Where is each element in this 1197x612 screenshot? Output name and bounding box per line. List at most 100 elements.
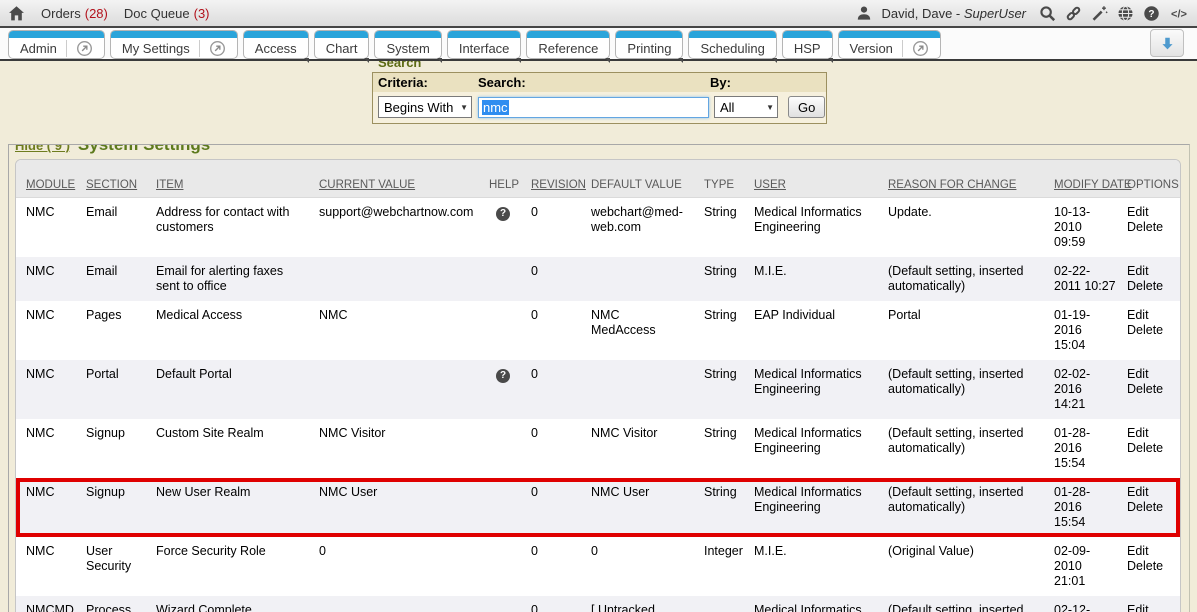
cell-options: EditDelete [1117, 360, 1180, 419]
table-row: NMCEmailAddress for contact with custome… [16, 198, 1180, 257]
nav-orders[interactable]: Orders(28) [41, 6, 108, 21]
go-button[interactable]: Go [788, 96, 825, 118]
cell-type [694, 596, 744, 612]
tab-access[interactable]: Access [243, 30, 309, 59]
nav-label: Doc Queue [124, 6, 190, 21]
edit-link[interactable]: Edit [1127, 205, 1170, 220]
table-row: NMCPagesMedical AccessNMC0NMC MedAccessS… [16, 301, 1180, 360]
column-header-label: DEFAULT VALUE [591, 179, 682, 191]
cell-type: String [694, 419, 744, 478]
settings-table-body: NMCEmailAddress for contact with custome… [16, 198, 1180, 612]
nav-count: (3) [194, 6, 210, 21]
cell-item: New User Realm [146, 478, 309, 537]
edit-link[interactable]: Edit [1127, 308, 1170, 323]
cell-section: Signup [76, 478, 146, 537]
tab-chart[interactable]: Chart [314, 30, 370, 59]
by-select[interactable]: All ▼ [714, 96, 778, 118]
cell-reason: Portal [878, 301, 1044, 360]
column-header-label[interactable]: SECTION [86, 179, 137, 191]
delete-link[interactable]: Delete [1127, 559, 1170, 574]
edit-link[interactable]: Edit [1127, 264, 1170, 279]
edit-link[interactable]: Edit [1127, 426, 1170, 441]
wand-icon[interactable] [1091, 5, 1108, 22]
nav-doc-queue[interactable]: Doc Queue (3) [124, 6, 210, 21]
column-header-label[interactable]: ITEM [156, 179, 183, 191]
search-input-value: nmc [482, 100, 509, 115]
cell-item: Default Portal [146, 360, 309, 419]
column-header-default-value: DEFAULT VALUE [581, 160, 694, 197]
globe-icon[interactable] [1117, 5, 1134, 22]
cell-section: Portal [76, 360, 146, 419]
search-icon[interactable] [1039, 5, 1056, 22]
home-icon[interactable] [8, 5, 25, 22]
help-icon[interactable]: ? [496, 207, 510, 221]
by-selected-value: All [720, 100, 734, 115]
criteria-label: Criteria: [378, 75, 478, 90]
criteria-select[interactable]: Begins With▼ [378, 96, 472, 118]
hide-link[interactable]: Hide ( 9 ) [15, 144, 70, 153]
tab-system[interactable]: System [374, 30, 441, 59]
column-header-label[interactable]: USER [754, 179, 786, 191]
top-bar: Orders(28)Doc Queue(3) David, Dave - Sup… [0, 0, 1197, 28]
column-header-label[interactable]: MODULE [26, 179, 75, 191]
edit-link[interactable]: Edit [1127, 544, 1170, 559]
column-header-label[interactable]: CURRENT VALUE [319, 179, 415, 191]
tab-scheduling[interactable]: Scheduling [688, 30, 776, 59]
tab-label: Access [255, 41, 297, 56]
external-link-icon [66, 40, 93, 57]
help-icon[interactable]: ? [496, 369, 510, 383]
cell-default-value: [ Untracked Setting ] [581, 596, 694, 612]
cell-type: String [694, 198, 744, 257]
settings-table: MODULESECTIONITEMCURRENT VALUEHELPREVISI… [15, 159, 1181, 612]
delete-link[interactable]: Delete [1127, 279, 1170, 294]
column-header-label[interactable]: REASON FOR CHANGE [888, 179, 1016, 191]
table-row: NMCSignupNew User RealmNMC User0NMC User… [16, 478, 1180, 537]
tab-version[interactable]: Version [838, 30, 941, 59]
edit-link[interactable]: Edit [1127, 485, 1170, 500]
collapse-panel-button[interactable] [1150, 29, 1184, 57]
edit-link[interactable]: Edit [1127, 603, 1170, 612]
tab-label: Chart [326, 41, 358, 56]
cell-item: Wizard Complete [146, 596, 309, 612]
tab-my-settings[interactable]: My Settings [110, 30, 238, 59]
cell-module: NMC [16, 537, 76, 596]
delete-link[interactable]: Delete [1127, 500, 1170, 515]
cell-help [485, 257, 521, 301]
cell-module: NMCMD [16, 596, 76, 612]
column-header-label[interactable]: REVISION [531, 179, 586, 191]
code-icon[interactable]: </> [1169, 5, 1189, 21]
cell-help [485, 537, 521, 596]
cell-current-value: NMC User [309, 478, 485, 537]
link-icon[interactable] [1065, 5, 1082, 22]
column-header-revision: REVISION [521, 160, 581, 197]
dropdown-arrow-icon: ▼ [766, 103, 774, 112]
section-title: System Settings [78, 144, 210, 155]
menu-corner-icon [678, 58, 683, 63]
column-header-label: HELP [489, 179, 519, 191]
delete-link[interactable]: Delete [1127, 382, 1170, 397]
cell-type: String [694, 360, 744, 419]
cell-options: EditDelete [1117, 537, 1180, 596]
search-input[interactable]: nmc [478, 97, 709, 118]
cell-current-value: NMC Visitor [309, 419, 485, 478]
cell-current-value [309, 596, 485, 612]
cell-user: Medical Informatics Engineering [744, 478, 878, 537]
cell-default-value: NMC Visitor [581, 419, 694, 478]
cell-help [485, 419, 521, 478]
cell-reason: (Original Value) [878, 537, 1044, 596]
tab-hsp[interactable]: HSP [782, 30, 833, 59]
tab-admin[interactable]: Admin [8, 30, 105, 59]
edit-link[interactable]: Edit [1127, 367, 1170, 382]
column-header-module: MODULE [16, 160, 76, 197]
tab-interface[interactable]: Interface [447, 30, 522, 59]
cell-section: Process [76, 596, 146, 612]
help-icon[interactable]: ? [1143, 5, 1160, 22]
tab-printing[interactable]: Printing [615, 30, 683, 59]
delete-link[interactable]: Delete [1127, 441, 1170, 456]
delete-link[interactable]: Delete [1127, 323, 1170, 338]
delete-link[interactable]: Delete [1127, 220, 1170, 235]
search-panel-box: Criteria: Search: By: Begins With▼ nmc A… [372, 72, 827, 124]
table-row: NMCUser SecurityForce Security Role000In… [16, 537, 1180, 596]
cell-current-value: NMC [309, 301, 485, 360]
tab-reference[interactable]: Reference [526, 30, 610, 59]
